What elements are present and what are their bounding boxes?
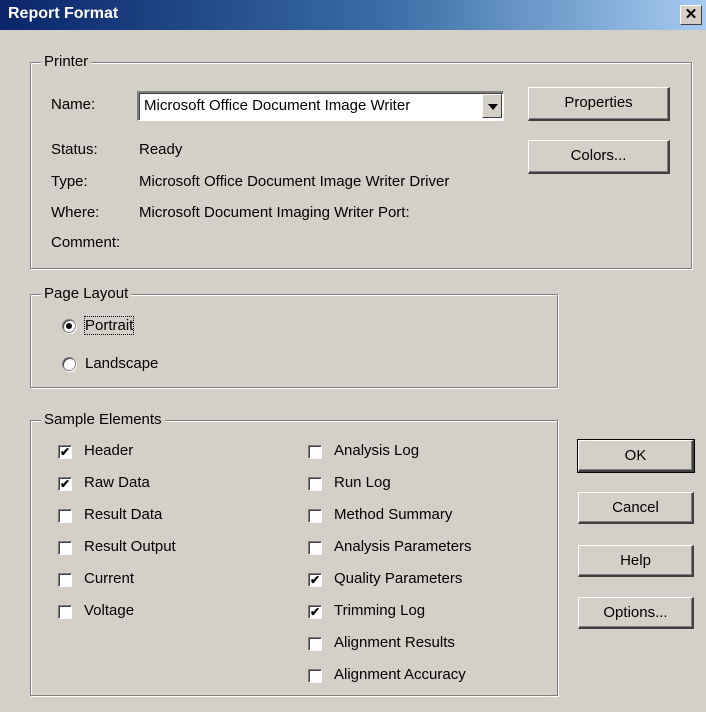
ok-button[interactable]: OK [577,439,695,473]
left-checkbox[interactable]: ✔ [58,477,72,491]
printer-name-value: Microsoft Office Document Image Writer [144,97,411,114]
right-checkbox[interactable] [308,669,322,683]
left-checkbox-label[interactable]: Voltage [84,602,134,619]
right-checkbox[interactable]: ✔ [308,573,322,587]
colors-button[interactable]: Colors... [528,140,670,174]
properties-button[interactable]: Properties [528,87,670,121]
right-checkbox[interactable] [308,541,322,555]
printer-name-dropdown[interactable]: Microsoft Office Document Image Writer [137,91,504,121]
page-layout-group-label: Page Layout [41,285,132,303]
right-checkbox-label[interactable]: Run Log [334,474,391,491]
options-button[interactable]: Options... [578,597,694,629]
left-checkbox[interactable]: ✔ [58,445,72,459]
printer-type-label: Type: [51,173,88,190]
left-checkbox-label[interactable]: Result Output [84,538,176,555]
printer-group-label: Printer [41,53,92,71]
help-button[interactable]: Help [578,545,694,577]
portrait-radio[interactable] [62,319,76,333]
printer-status-label: Status: [51,141,98,158]
right-checkbox[interactable] [308,445,322,459]
chevron-down-icon[interactable] [482,94,502,118]
right-checkbox[interactable] [308,637,322,651]
printer-status-value: Ready [139,141,183,158]
right-checkbox[interactable] [308,477,322,491]
cancel-button[interactable]: Cancel [578,492,694,524]
left-checkbox-label[interactable]: Current [84,570,134,587]
close-icon[interactable]: ✕ [680,5,702,25]
right-checkbox-label[interactable]: Alignment Results [334,634,455,651]
left-checkbox-label[interactable]: Header [84,442,133,459]
right-checkbox[interactable] [308,509,322,523]
right-checkbox[interactable]: ✔ [308,605,322,619]
printer-where-value: Microsoft Document Imaging Writer Port: [139,204,410,221]
right-checkbox-label[interactable]: Trimming Log [334,602,425,619]
printer-type-value: Microsoft Office Document Image Writer D… [139,173,450,190]
right-checkbox-label[interactable]: Quality Parameters [334,570,462,587]
printer-name-label: Name: [51,96,96,113]
left-checkbox-label[interactable]: Raw Data [84,474,150,491]
window-title: Report Format [8,5,119,22]
landscape-radio[interactable] [62,357,76,371]
printer-where-label: Where: [51,204,100,221]
left-checkbox[interactable] [58,605,72,619]
left-checkbox[interactable] [58,573,72,587]
printer-comment-label: Comment: [51,234,121,251]
right-checkbox-label[interactable]: Analysis Parameters [334,538,472,555]
title-bar: Report Format ✕ [0,0,706,30]
right-checkbox-label[interactable]: Alignment Accuracy [334,666,466,683]
left-checkbox-label[interactable]: Result Data [84,506,162,523]
landscape-label[interactable]: Landscape [85,355,158,372]
sample-elements-group: Sample Elements [30,411,558,696]
left-checkbox[interactable] [58,541,72,555]
page-layout-group: Page Layout [30,285,558,388]
right-checkbox-label[interactable]: Analysis Log [334,442,419,459]
sample-elements-group-label: Sample Elements [41,411,165,429]
portrait-label[interactable]: Portrait [83,316,135,335]
left-checkbox[interactable] [58,509,72,523]
right-checkbox-label[interactable]: Method Summary [334,506,452,523]
